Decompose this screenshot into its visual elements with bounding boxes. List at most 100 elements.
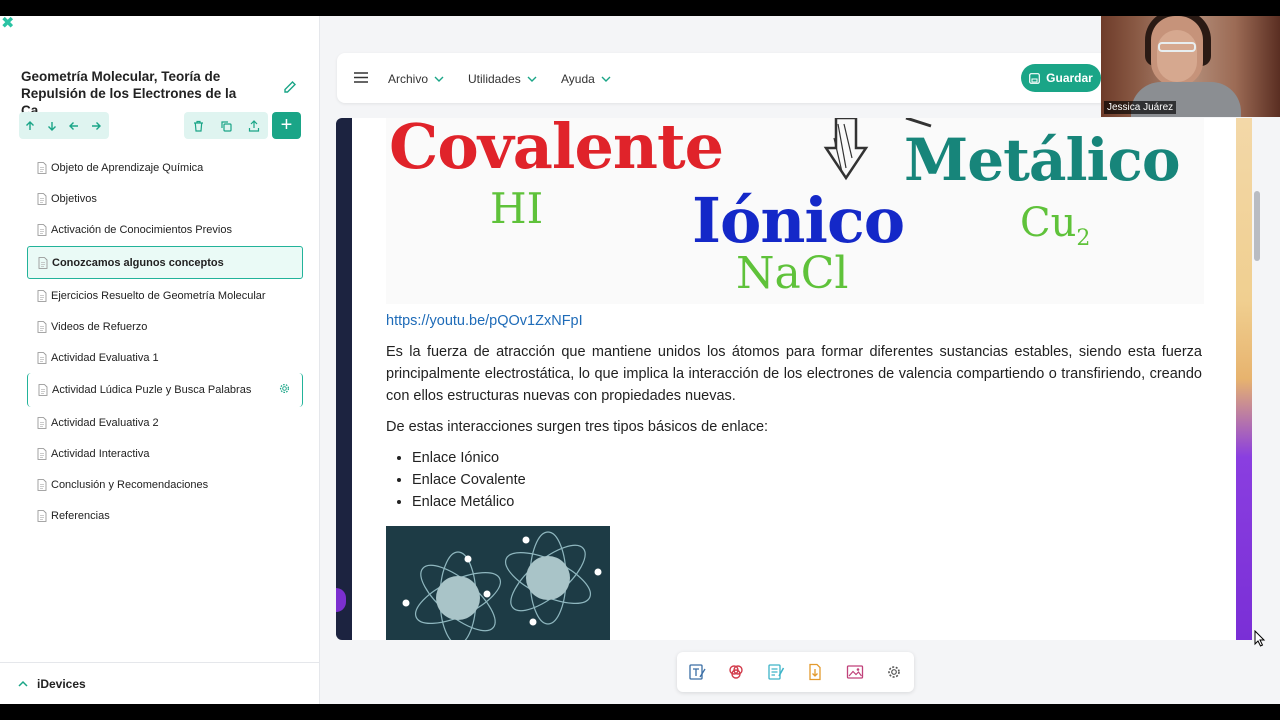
plus-icon: + xyxy=(280,114,293,136)
nav-page-item[interactable]: Objetivos xyxy=(27,183,303,214)
edit-title-icon[interactable] xyxy=(282,79,298,95)
upload-icon xyxy=(248,119,260,132)
nav-page-item[interactable]: Videos de Refuerzo xyxy=(27,311,303,342)
notes-icon xyxy=(768,664,784,680)
hamburger-menu-icon[interactable] xyxy=(354,72,368,83)
nav-page-label: Objeto de Aprendizaje Química xyxy=(51,161,204,174)
cu-symbol: Cu xyxy=(1020,200,1077,246)
page-icon xyxy=(38,256,48,269)
arrow-left-icon xyxy=(69,121,78,130)
nav-page-item[interactable]: Conozcamos algunos conceptos xyxy=(27,246,303,279)
nav-page-label: Actividad Interactiva xyxy=(51,447,150,460)
webcam-overlay: Jessica Juárez xyxy=(1101,16,1280,117)
page-icon xyxy=(37,416,47,429)
mouse-cursor-icon xyxy=(1254,630,1266,647)
page-icon xyxy=(37,320,47,333)
nav-page-item[interactable]: Referencias xyxy=(27,500,303,531)
download-idevice-button[interactable] xyxy=(796,652,836,692)
export-page-button[interactable] xyxy=(243,112,265,139)
article-body: https://youtu.be/pQOv1ZxNFpI Es la fuerz… xyxy=(386,310,1202,513)
save-button[interactable]: Guardar xyxy=(1021,64,1101,92)
nav-page-item[interactable]: Activación de Conocimientos Previos xyxy=(27,214,303,245)
menu-archivo-label: Archivo xyxy=(388,72,429,86)
menu-utilidades[interactable]: Utilidades xyxy=(468,72,537,86)
add-page-button[interactable]: + xyxy=(272,112,301,139)
cu-formula: Cu2 xyxy=(1020,200,1090,251)
exe-editor-app: ✖ Geometría Molecular, Teoría de Repulsi… xyxy=(0,16,1280,704)
idevice-quick-toolbar xyxy=(677,652,914,692)
page-icon xyxy=(38,384,48,396)
form-idevice-button[interactable] xyxy=(756,652,796,692)
page-icon xyxy=(37,223,47,236)
nav-page-item[interactable]: Actividad Lúdica Puzle y Busca Palabras xyxy=(27,373,303,407)
menu-ayuda-label: Ayuda xyxy=(561,72,595,86)
delete-page-button[interactable] xyxy=(187,112,209,139)
page-icon xyxy=(37,478,47,491)
nav-page-item[interactable]: Objeto de Aprendizaje Química xyxy=(27,152,303,183)
chevron-down-icon xyxy=(527,76,537,82)
move-left-button[interactable] xyxy=(63,112,85,139)
move-down-button[interactable] xyxy=(41,112,63,139)
save-label: Guardar xyxy=(1046,71,1093,85)
content-left-decoration xyxy=(336,118,352,640)
list-item: Enlace Covalente xyxy=(412,469,1202,491)
page-icon xyxy=(37,192,47,205)
idevices-panel-toggle[interactable]: iDevices xyxy=(0,662,320,704)
nav-page-item[interactable]: Ejercicios Resuelto de Geometría Molecul… xyxy=(27,280,303,311)
chevron-down-icon xyxy=(601,76,611,82)
paragraph-definition: Es la fuerza de atracción que mantiene u… xyxy=(386,344,1202,404)
page-settings-icon[interactable] xyxy=(279,383,290,394)
page-icon xyxy=(37,351,47,364)
brain-icon xyxy=(729,665,743,679)
move-right-button[interactable] xyxy=(85,112,107,139)
cu-subscript: 2 xyxy=(1076,226,1091,251)
bond-types-banner-image: Covalente HI Iónico NaCl Metálico Cu2 xyxy=(386,118,1204,304)
nav-page-label: Objetivos xyxy=(51,192,97,205)
sidebar: ✖ Geometría Molecular, Teoría de Repulsi… xyxy=(0,16,320,704)
nav-page-label: Ejercicios Resuelto de Geometría Molecul… xyxy=(51,289,266,302)
webcam-presenter-name: Jessica Juárez xyxy=(1104,101,1177,114)
youtube-link[interactable]: https://youtu.be/pQOv1ZxNFpI xyxy=(386,310,1202,332)
image-icon xyxy=(846,665,863,679)
list-item: Enlace Iónico xyxy=(412,447,1202,469)
floppy-disk-icon xyxy=(1029,72,1041,84)
nav-page-label: Actividad Lúdica Puzle y Busca Palabras xyxy=(52,384,252,396)
page-icon xyxy=(37,161,47,174)
gear-icon xyxy=(888,666,901,678)
page-tools xyxy=(184,112,268,139)
nav-page-label: Activación de Conocimientos Previos xyxy=(51,223,232,236)
nav-page-item[interactable]: Actividad Interactiva xyxy=(27,438,303,469)
page-icon xyxy=(37,289,47,302)
nav-page-label: Actividad Evaluativa 2 xyxy=(51,416,159,429)
screen-top-border xyxy=(0,0,1280,16)
move-tools xyxy=(19,112,109,139)
page-icon xyxy=(37,447,47,460)
content-scrollbar-thumb[interactable] xyxy=(1254,191,1260,261)
interactive-idevice-button[interactable] xyxy=(717,652,757,692)
text-idevice-button[interactable] xyxy=(677,652,717,692)
move-up-button[interactable] xyxy=(19,112,41,139)
menu-utilidades-label: Utilidades xyxy=(468,72,521,86)
nav-page-item[interactable]: Actividad Evaluativa 2 xyxy=(27,407,303,438)
app-logo-icon: ✖ xyxy=(1,16,15,32)
paragraph-bond-types-intro: De estas interacciones surgen tres tipos… xyxy=(386,419,769,435)
list-item: Enlace Metálico xyxy=(412,491,1202,513)
idevice-settings-button[interactable] xyxy=(875,652,915,692)
nav-page-item[interactable]: Actividad Evaluativa 1 xyxy=(27,342,303,373)
arrow-up-icon xyxy=(26,120,34,130)
page-content: Covalente HI Iónico NaCl Metálico Cu2 ht… xyxy=(336,118,1252,640)
copy-page-button[interactable] xyxy=(215,112,237,139)
metalico-word: Metálico xyxy=(904,126,1181,194)
atoms-illustration-image xyxy=(386,526,610,640)
menu-ayuda[interactable]: Ayuda xyxy=(561,72,611,86)
image-idevice-button[interactable] xyxy=(835,652,875,692)
nav-page-label: Actividad Evaluativa 1 xyxy=(51,351,159,364)
screen-bottom-border xyxy=(0,704,1280,720)
menu-archivo[interactable]: Archivo xyxy=(388,72,444,86)
nacl-formula: NaCl xyxy=(736,248,849,299)
nav-page-label: Conozcamos algunos conceptos xyxy=(52,256,224,269)
idevices-label: iDevices xyxy=(37,676,86,691)
atoms-drawing xyxy=(402,531,602,640)
nav-page-item[interactable]: Conclusión y Recomendaciones xyxy=(27,469,303,500)
nav-page-label: Referencias xyxy=(51,509,110,522)
